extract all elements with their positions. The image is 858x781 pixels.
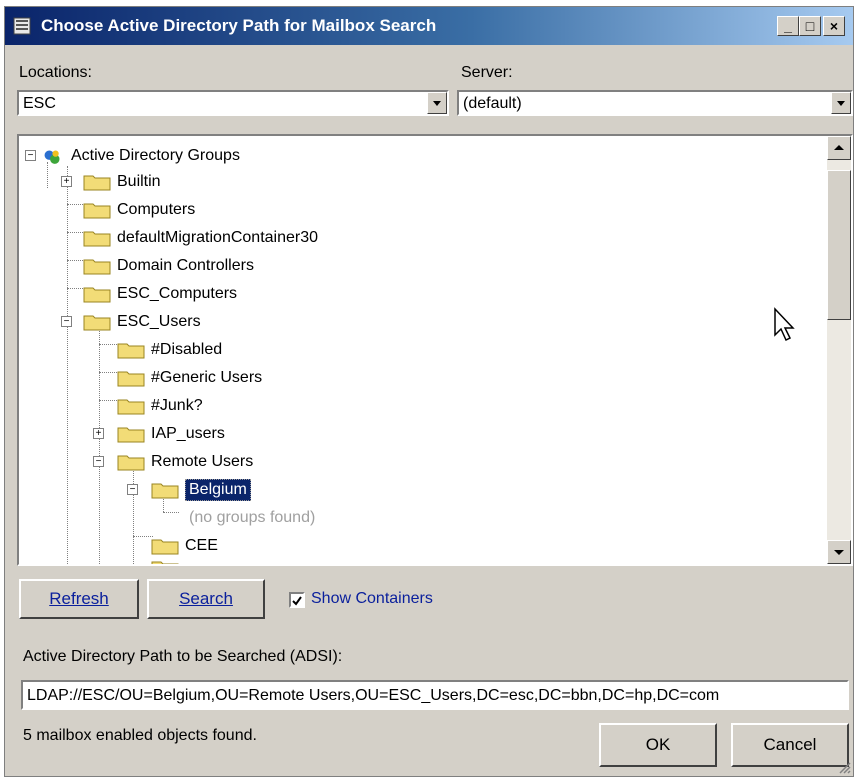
tree-node-label: IAP_users xyxy=(151,425,225,442)
tree-node-label: ESC_Users xyxy=(117,313,201,330)
ok-button[interactable]: OK xyxy=(599,723,717,767)
collapse-toggle[interactable]: − xyxy=(127,484,138,495)
collapse-toggle[interactable]: − xyxy=(25,150,36,161)
tree-node-empty: (no groups found) xyxy=(189,509,316,526)
directory-tree[interactable]: − Active Directory Groups + Builtin Comp… xyxy=(17,134,853,566)
tree-node[interactable]: #Disabled xyxy=(117,338,222,362)
show-containers-label[interactable]: Show Containers xyxy=(311,590,433,608)
search-button[interactable]: Search xyxy=(147,579,265,619)
tree-node-label: Computers xyxy=(117,201,196,218)
directory-groups-icon xyxy=(44,150,60,164)
title-bar[interactable]: Choose Active Directory Path for Mailbox… xyxy=(5,7,853,45)
tree-node[interactable]: Remote Users xyxy=(117,450,253,474)
mouse-cursor-icon xyxy=(774,307,795,342)
tree-node[interactable]: Computers xyxy=(83,198,195,222)
folder-icon xyxy=(83,259,111,275)
tree-node[interactable]: Builtin xyxy=(83,170,161,194)
collapse-toggle[interactable]: − xyxy=(61,316,72,327)
tree-node-label: Belgium xyxy=(185,479,251,501)
checkmark-icon xyxy=(292,596,302,606)
tree-line xyxy=(99,372,119,373)
server-value: (default) xyxy=(463,95,522,112)
folder-icon xyxy=(117,455,145,471)
chevron-down-icon[interactable] xyxy=(831,92,851,114)
cancel-button[interactable]: Cancel xyxy=(731,723,849,767)
status-text: 5 mailbox enabled objects found. xyxy=(23,727,257,744)
server-label: Server: xyxy=(461,64,513,81)
folder-icon xyxy=(117,399,145,415)
server-dropdown[interactable]: (default) xyxy=(457,90,853,116)
collapse-toggle[interactable]: − xyxy=(93,456,104,467)
tree-node-label: defaultMigrationContainer30 xyxy=(117,229,319,246)
tree-node-label: Remote Users xyxy=(151,453,254,470)
expand-toggle[interactable]: + xyxy=(61,176,72,187)
folder-icon xyxy=(83,287,111,303)
tree-node-label: Domain Controllers xyxy=(117,257,254,274)
window-title: Choose Active Directory Path for Mailbox… xyxy=(41,16,437,35)
scroll-up-button[interactable] xyxy=(827,136,851,160)
tree-node-label: #Generic Users xyxy=(151,369,263,386)
chevron-up-icon xyxy=(834,145,844,150)
locations-dropdown[interactable]: ESC xyxy=(17,90,449,116)
tree-node-root[interactable]: Active Directory Groups xyxy=(43,144,240,168)
resize-grip-icon[interactable] xyxy=(837,760,851,774)
adsi-path-field[interactable]: LDAP://ESC/OU=Belgium,OU=Remote Users,OU… xyxy=(21,680,849,710)
scroll-down-button[interactable] xyxy=(827,540,851,564)
tree-line xyxy=(99,400,119,401)
minimize-button[interactable]: _ xyxy=(777,16,799,36)
tree-node-label: Builtin xyxy=(117,173,161,190)
expand-toggle[interactable]: + xyxy=(93,428,104,439)
tree-node[interactable]: #Junk? xyxy=(117,394,203,418)
locations-value: ESC xyxy=(23,95,56,112)
locations-label: Locations: xyxy=(19,64,92,81)
folder-open-icon xyxy=(151,483,179,499)
tree-line xyxy=(133,466,134,564)
tree-node-label: ESC_Computers xyxy=(117,285,238,302)
tree-node-partial[interactable] xyxy=(151,556,185,564)
chevron-down-icon xyxy=(834,550,844,555)
refresh-button[interactable]: Refresh xyxy=(19,579,139,619)
tree-node[interactable]: #Generic Users xyxy=(117,366,262,390)
tree-node[interactable]: Domain Controllers xyxy=(83,254,254,278)
folder-icon xyxy=(83,315,111,331)
folder-icon xyxy=(83,175,111,191)
dialog-window: Choose Active Directory Path for Mailbox… xyxy=(4,6,854,777)
tree-line xyxy=(67,166,68,564)
folder-icon xyxy=(117,427,145,443)
tree-node[interactable]: IAP_users xyxy=(117,422,225,446)
tree-node-label: CEE xyxy=(185,537,218,554)
tree-scrollbar[interactable] xyxy=(827,136,851,564)
tree-node[interactable]: ESC_Computers xyxy=(83,282,237,306)
tree-line xyxy=(99,344,119,345)
tree-node-label: #Junk? xyxy=(151,397,203,414)
folder-icon xyxy=(83,203,111,219)
tree-line xyxy=(99,326,100,564)
directory-app-icon xyxy=(13,17,31,35)
maximize-button[interactable]: □ xyxy=(799,16,821,36)
scrollbar-thumb[interactable] xyxy=(827,170,851,320)
folder-icon xyxy=(83,231,111,247)
tree-node[interactable]: ESC_Users xyxy=(83,310,201,334)
folder-icon xyxy=(117,343,145,359)
tree-node[interactable]: CEE xyxy=(151,534,218,558)
show-containers-checkbox[interactable] xyxy=(289,592,305,608)
folder-icon xyxy=(151,539,179,555)
tree-node-label: Active Directory Groups xyxy=(71,147,240,164)
adsi-label: Active Directory Path to be Searched (AD… xyxy=(23,648,343,665)
tree-line xyxy=(133,536,153,537)
folder-icon xyxy=(117,371,145,387)
tree-node-label: #Disabled xyxy=(151,341,223,358)
tree-node[interactable]: defaultMigrationContainer30 xyxy=(83,226,318,250)
chevron-down-icon[interactable] xyxy=(427,92,447,114)
close-button[interactable]: × xyxy=(823,16,845,36)
tree-line xyxy=(163,512,179,513)
folder-icon xyxy=(151,561,179,564)
tree-node-selected[interactable]: Belgium xyxy=(151,478,251,502)
